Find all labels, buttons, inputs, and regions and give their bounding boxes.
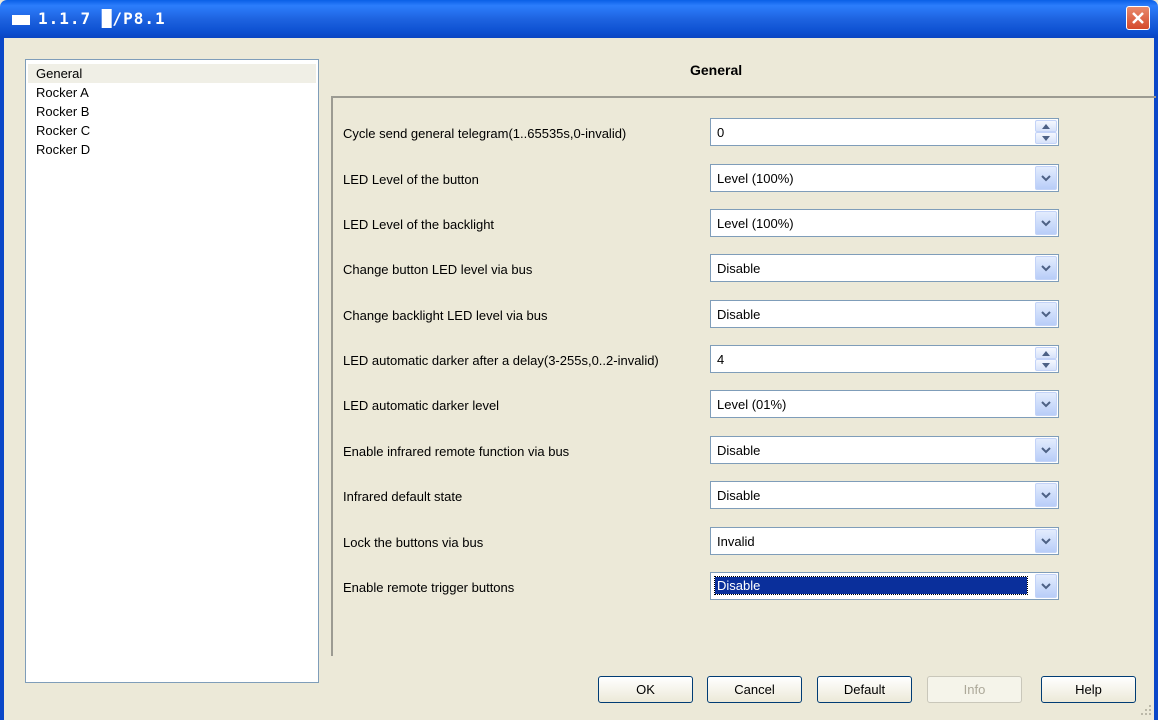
field-value: Invalid xyxy=(717,534,755,549)
infrared-default-state-dropdown[interactable]: Disable xyxy=(710,481,1059,509)
lock-buttons-dropdown[interactable]: Invalid xyxy=(710,527,1059,555)
param-label: LED Level of the button xyxy=(343,172,479,187)
window-icon xyxy=(12,15,30,25)
param-label: Enable infrared remote function via bus xyxy=(343,444,570,459)
tree-item-general[interactable]: General xyxy=(28,64,316,83)
spin-down-button[interactable] xyxy=(1035,132,1057,144)
window-frame-left xyxy=(0,38,4,720)
help-button[interactable]: Help xyxy=(1041,676,1136,703)
led-darker-level-dropdown[interactable]: Level (01%) xyxy=(710,390,1059,418)
chevron-down-icon xyxy=(1041,583,1051,590)
led-level-backlight-dropdown[interactable]: Level (100%) xyxy=(710,209,1059,237)
param-label: LED Level of the backlight xyxy=(343,217,495,232)
chevron-down-icon xyxy=(1041,447,1051,454)
field-value: 4 xyxy=(717,352,725,367)
chevron-down-icon xyxy=(1041,492,1051,499)
window-title: 1.1.7 █/P8.1 xyxy=(38,9,166,28)
title-bar[interactable]: 1.1.7 █/P8.1 xyxy=(0,0,1158,38)
param-label: Infrared default state xyxy=(343,489,463,504)
resize-grip-icon[interactable] xyxy=(1140,704,1152,716)
ok-button[interactable]: OK xyxy=(598,676,693,703)
dropdown-button[interactable] xyxy=(1035,574,1057,598)
param-label: LED automatic darker level xyxy=(343,398,500,413)
close-button[interactable] xyxy=(1126,6,1150,30)
param-label: LED automatic darker after a delay(3-255… xyxy=(343,353,659,368)
param-label: Lock the buttons via bus xyxy=(343,535,484,550)
chevron-down-icon xyxy=(1042,136,1050,141)
tree-item-rocker-b[interactable]: Rocker B xyxy=(28,102,316,121)
field-value: Disable xyxy=(717,443,761,458)
cycle-send-spinner[interactable]: 0 xyxy=(710,118,1059,146)
field-value: Disable xyxy=(717,261,761,276)
param-label: Cycle send general telegram(1..65535s,0-… xyxy=(343,126,627,141)
infrared-remote-dropdown[interactable]: Disable xyxy=(710,436,1059,464)
tree-item-rocker-a[interactable]: Rocker A xyxy=(28,83,316,102)
dialog-window: 1.1.7 █/P8.1 General Rocker A Rocker B R… xyxy=(0,0,1158,720)
field-value: Level (100%) xyxy=(717,171,794,186)
change-button-led-dropdown[interactable]: Disable xyxy=(710,254,1059,282)
chevron-down-icon xyxy=(1041,538,1051,545)
cancel-button[interactable]: Cancel xyxy=(707,676,802,703)
default-button[interactable]: Default xyxy=(817,676,912,703)
led-darker-delay-spinner[interactable]: 4 xyxy=(710,345,1059,373)
led-level-button-dropdown[interactable]: Level (100%) xyxy=(710,164,1059,192)
navigation-tree: General Rocker A Rocker B Rocker C Rocke… xyxy=(25,59,319,683)
dropdown-button[interactable] xyxy=(1035,392,1057,416)
chevron-up-icon xyxy=(1042,351,1050,356)
chevron-down-icon xyxy=(1041,265,1051,272)
field-value: Disable xyxy=(717,307,761,322)
field-value: Disable xyxy=(717,488,761,503)
field-value: Level (100%) xyxy=(717,216,794,231)
dropdown-button[interactable] xyxy=(1035,211,1057,235)
section-title: General xyxy=(690,62,743,78)
param-label: Enable remote trigger buttons xyxy=(343,580,515,595)
info-button[interactable]: Info xyxy=(927,676,1022,703)
field-value: Disable xyxy=(714,576,1028,595)
tree-item-rocker-c[interactable]: Rocker C xyxy=(28,121,316,140)
dropdown-button[interactable] xyxy=(1035,529,1057,553)
close-icon xyxy=(1132,12,1144,24)
change-backlight-led-dropdown[interactable]: Disable xyxy=(710,300,1059,328)
spin-up-button[interactable] xyxy=(1035,120,1057,132)
chevron-down-icon xyxy=(1042,363,1050,368)
dropdown-button[interactable] xyxy=(1035,483,1057,507)
chevron-up-icon xyxy=(1042,124,1050,129)
field-value: Level (01%) xyxy=(717,397,787,412)
chevron-down-icon xyxy=(1041,175,1051,182)
tree-item-rocker-d[interactable]: Rocker D xyxy=(28,140,316,159)
param-label: Change button LED level via bus xyxy=(343,262,533,277)
chevron-down-icon xyxy=(1041,401,1051,408)
chevron-down-icon xyxy=(1041,311,1051,318)
field-value: 0 xyxy=(717,125,725,140)
param-label: Change backlight LED level via bus xyxy=(343,308,548,323)
dropdown-button[interactable] xyxy=(1035,302,1057,326)
remote-trigger-dropdown[interactable]: Disable xyxy=(710,572,1059,600)
dropdown-button[interactable] xyxy=(1035,256,1057,280)
spinner-buttons xyxy=(1035,120,1057,144)
dropdown-button[interactable] xyxy=(1035,438,1057,462)
spinner-buttons xyxy=(1035,347,1057,371)
chevron-down-icon xyxy=(1041,220,1051,227)
spin-up-button[interactable] xyxy=(1035,347,1057,359)
dropdown-button[interactable] xyxy=(1035,166,1057,190)
spin-down-button[interactable] xyxy=(1035,359,1057,371)
